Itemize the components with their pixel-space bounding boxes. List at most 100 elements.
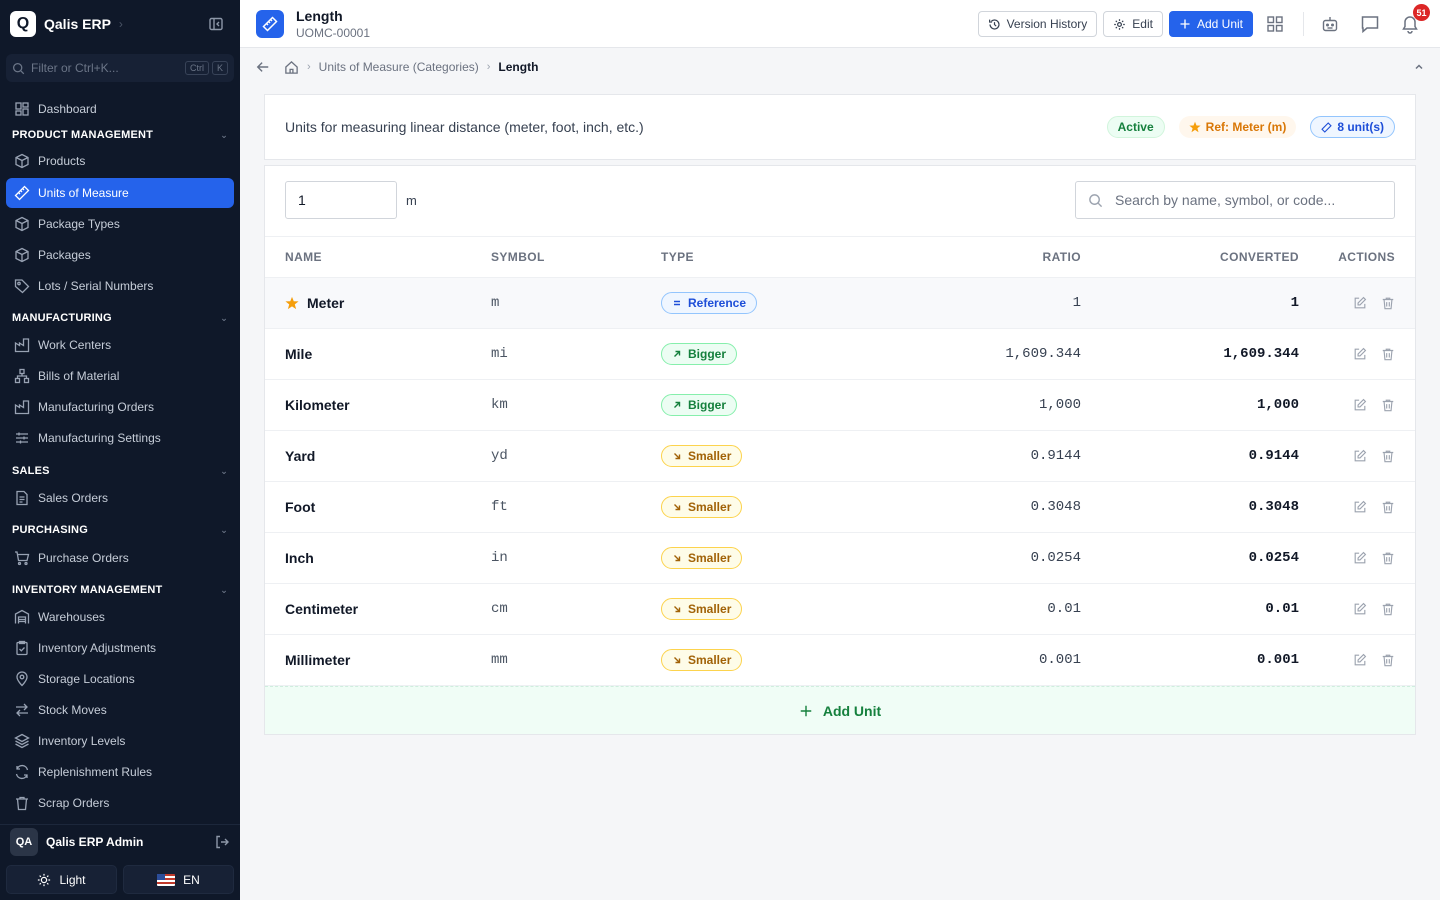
- edit-icon[interactable]: [1353, 602, 1367, 616]
- sidebar-item-purchase-orders[interactable]: Purchase Orders: [6, 543, 234, 573]
- quantity-input[interactable]: 1: [285, 181, 397, 219]
- theme-toggle-button[interactable]: Light: [6, 865, 117, 894]
- chevron-down-icon: ⌄: [220, 584, 228, 595]
- back-arrow-icon[interactable]: [256, 60, 270, 74]
- section-manufacturing[interactable]: MANUFACTURING ⌄: [12, 310, 228, 326]
- factory-icon: [14, 400, 30, 415]
- chat-icon[interactable]: [1356, 10, 1384, 38]
- header-ratio[interactable]: RATIO: [1043, 237, 1081, 277]
- equals-icon: [674, 300, 680, 306]
- sidebar-item-storage-locations[interactable]: Storage Locations: [6, 664, 234, 694]
- header-symbol[interactable]: SYMBOL: [491, 237, 545, 277]
- trash-icon: [16, 796, 28, 811]
- sidebar-collapse-icon[interactable]: [208, 16, 224, 32]
- kbd-k: K: [211, 61, 228, 75]
- sidebar-item-replenishment-rules[interactable]: Replenishment Rules: [6, 757, 234, 787]
- sidebar-item-packages[interactable]: Packages: [6, 240, 234, 270]
- apps-grid-icon[interactable]: [1261, 10, 1289, 38]
- trash-icon[interactable]: [1381, 602, 1395, 616]
- row-actions: [1339, 329, 1395, 379]
- sidebar-item-sales-orders[interactable]: Sales Orders: [6, 483, 234, 513]
- sidebar-item-manufacturing-settings[interactable]: Manufacturing Settings: [6, 423, 234, 453]
- unit-ratio: 0.3048: [1030, 499, 1081, 515]
- table-row[interactable]: Centimeter cm Smaller 0.01 0.01: [265, 584, 1415, 635]
- search-input[interactable]: Search by name, symbol, or code...: [1075, 181, 1395, 219]
- chevron-up-icon[interactable]: [1414, 62, 1424, 72]
- edit-button[interactable]: Edit: [1103, 11, 1163, 37]
- avatar[interactable]: QA: [10, 827, 38, 856]
- trash-icon[interactable]: [1381, 398, 1395, 412]
- add-unit-row-label: Add Unit: [822, 702, 882, 719]
- add-unit-button[interactable]: Add Unit: [1168, 11, 1253, 37]
- arrow-down-right-icon: [674, 657, 681, 664]
- unit-ratio: 1,609.344: [1005, 346, 1081, 362]
- table-row[interactable]: Foot ft Smaller 0.3048 0.3048: [265, 482, 1415, 533]
- sidebar-item-inventory-adjustments[interactable]: Inventory Adjustments: [6, 633, 234, 663]
- sidebar-item-manufacturing-orders[interactable]: Manufacturing Orders: [6, 392, 234, 422]
- trash-icon[interactable]: [1381, 653, 1395, 667]
- trash-icon[interactable]: [1381, 500, 1395, 514]
- sidebar-item-warehouses[interactable]: Warehouses: [6, 602, 234, 632]
- section-purchasing[interactable]: PURCHASING ⌄: [12, 522, 228, 538]
- filter-input[interactable]: Filter or Ctrl+K... Ctrl K: [6, 54, 234, 82]
- version-history-button[interactable]: Version History: [977, 11, 1098, 37]
- edit-icon[interactable]: [1353, 449, 1367, 463]
- unit-converted: 0.001: [1256, 652, 1299, 668]
- home-icon[interactable]: [284, 60, 299, 75]
- record-code: UOMC-00001: [296, 25, 371, 40]
- sidebar-item-lots[interactable]: Lots / Serial Numbers: [6, 271, 234, 301]
- type-badge: Reference: [661, 292, 758, 314]
- category-info-card: Units for measuring linear distance (met…: [264, 94, 1416, 160]
- row-actions: [1339, 431, 1395, 481]
- edit-icon[interactable]: [1353, 551, 1367, 565]
- header-name[interactable]: NAME: [285, 237, 322, 277]
- sidebar-item-inventory-levels[interactable]: Inventory Levels: [6, 726, 234, 756]
- type-label: Smaller: [688, 551, 732, 565]
- sidebar-item-label: Units of Measure: [38, 186, 129, 200]
- sidebar-item-work-centers[interactable]: Work Centers: [6, 330, 234, 360]
- breadcrumb-parent[interactable]: Units of Measure (Categories): [319, 60, 479, 74]
- edit-icon[interactable]: [1353, 500, 1367, 514]
- edit-icon[interactable]: [1353, 296, 1367, 310]
- trash-icon[interactable]: [1381, 551, 1395, 565]
- bot-icon[interactable]: [1316, 10, 1344, 38]
- refresh-icon: [15, 764, 29, 780]
- unit-ratio: 1,000: [1038, 397, 1081, 413]
- table-row[interactable]: Yard yd Smaller 0.9144 0.9144: [265, 431, 1415, 482]
- edit-icon[interactable]: [1353, 653, 1367, 667]
- user-bar: QA Qalis ERP Admin: [0, 824, 240, 858]
- trash-icon[interactable]: [1381, 449, 1395, 463]
- logout-icon[interactable]: [214, 834, 230, 850]
- section-sales[interactable]: SALES ⌄: [12, 463, 228, 479]
- clipboard-check-icon: [16, 640, 28, 656]
- language-button[interactable]: EN: [123, 865, 234, 894]
- edit-icon[interactable]: [1353, 347, 1367, 361]
- header-converted[interactable]: CONVERTED: [1220, 237, 1299, 277]
- section-label: SALES: [12, 465, 50, 477]
- table-row[interactable]: Millimeter mm Smaller 0.001 0.001: [265, 635, 1415, 686]
- brand-name[interactable]: Qalis ERP: [44, 16, 111, 32]
- sidebar-item-products[interactable]: Products: [6, 146, 234, 176]
- trash-icon[interactable]: [1381, 296, 1395, 310]
- sidebar-item-label: Stock Moves: [38, 703, 107, 717]
- notifications-button[interactable]: 51: [1396, 4, 1430, 38]
- sidebar-item-bills-of-material[interactable]: Bills of Material: [6, 361, 234, 391]
- sidebar-item-units-of-measure[interactable]: Units of Measure: [6, 178, 234, 208]
- type-label: Smaller: [688, 449, 732, 463]
- trash-icon[interactable]: [1381, 347, 1395, 361]
- sidebar-item-dashboard[interactable]: Dashboard: [6, 94, 234, 124]
- top-actions: Version History Edit Add Unit 51: [972, 0, 1430, 48]
- table-row[interactable]: Kilometer km Bigger 1,000 1,000: [265, 380, 1415, 431]
- sidebar-item-package-types[interactable]: Package Types: [6, 209, 234, 239]
- edit-icon[interactable]: [1353, 398, 1367, 412]
- sidebar-item-scrap-orders[interactable]: Scrap Orders: [6, 788, 234, 818]
- sidebar-item-stock-moves[interactable]: Stock Moves: [6, 695, 234, 725]
- add-unit-row-button[interactable]: Add Unit: [265, 686, 1415, 734]
- header-type[interactable]: TYPE: [661, 237, 694, 277]
- section-inventory-management[interactable]: INVENTORY MANAGEMENT ⌄: [12, 582, 228, 598]
- table-row[interactable]: Inch in Smaller 0.0254 0.0254: [265, 533, 1415, 584]
- table-row[interactable]: Meter m Reference 1 1: [265, 278, 1415, 329]
- section-product-management[interactable]: PRODUCT MANAGEMENT ⌄: [12, 127, 228, 143]
- history-icon: [988, 18, 1000, 30]
- table-row[interactable]: Mile mi Bigger 1,609.344 1,609.344: [265, 329, 1415, 380]
